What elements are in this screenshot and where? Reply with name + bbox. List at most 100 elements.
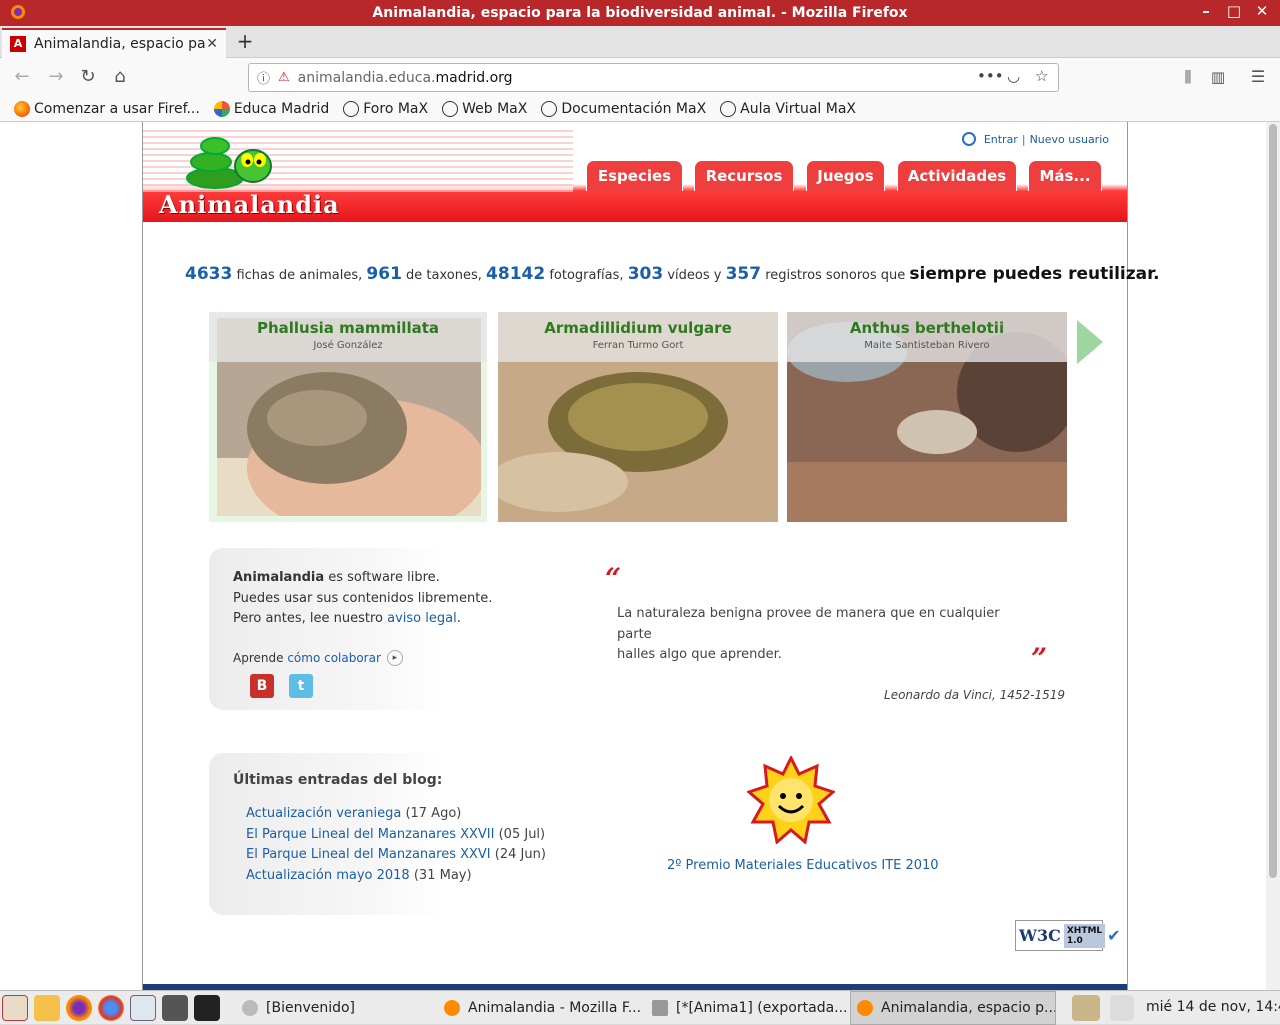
tab-animalandia[interactable]: A Animalandia, espacio pa ✕	[2, 28, 226, 58]
sidebar-icon[interactable]: ▥	[1206, 66, 1230, 88]
nav-juegos[interactable]: Juegos	[806, 160, 885, 191]
blog-entry-link[interactable]: El Parque Lineal del Manzanares XXVI	[246, 847, 491, 862]
close-window-button[interactable]: ✕	[1252, 2, 1272, 20]
stats-line: 4633 fichas de animales, 961 de taxones,…	[185, 264, 1160, 284]
forward-icon[interactable]: →	[44, 66, 68, 88]
taskbar-item-firefox-active[interactable]: Animalandia, espacio p...	[850, 991, 1056, 1025]
new-tab-button[interactable]: +	[232, 29, 258, 53]
next-species-arrow-icon[interactable]	[1077, 320, 1103, 364]
nav-actividades[interactable]: Actividades	[897, 160, 1017, 191]
bookmarks-toolbar: Comenzar a usar Firef... Educa Madrid Fo…	[0, 96, 1280, 122]
tab-title: Animalandia, espacio pa	[34, 36, 206, 52]
bookmark-star-icon[interactable]: ☆	[1035, 67, 1048, 85]
blogger-icon[interactable]: B	[250, 674, 274, 698]
taskbar: [Bienvenido] Animalandia - Mozilla F... …	[0, 990, 1280, 1025]
clock[interactable]: mié 14 de nov, 14:45	[1146, 999, 1280, 1015]
educamadrid-icon	[213, 100, 230, 117]
arrow-right-icon[interactable]: ▸	[386, 650, 403, 666]
firefox-icon	[444, 1000, 460, 1016]
blog-list: Actualización veraniega (17 Ago) El Parq…	[246, 804, 546, 886]
screenshot-icon[interactable]	[162, 995, 188, 1021]
bookmark-documentacion-max[interactable]: Documentación MaX	[541, 100, 706, 117]
globe-icon	[343, 100, 360, 117]
bookmark-aula-virtual-max[interactable]: Aula Virtual MaX	[720, 100, 856, 117]
window-titlebar: Animalandia, espacio para la biodiversid…	[0, 0, 1280, 26]
quote-author: Leonardo da Vinci, 1452-1519	[884, 688, 1065, 702]
page-actions-icon[interactable]: •••	[977, 67, 1004, 85]
species-card-armadillidium[interactable]: Armadillidium vulgare Ferran Turmo Gort	[498, 312, 778, 522]
site-header: Animalandia Entrar | Nuevo usuario Espec…	[143, 122, 1127, 222]
collaborate-link[interactable]: cómo colaborar	[287, 651, 381, 665]
chromium-icon[interactable]	[98, 995, 124, 1021]
bookmark-educamadrid[interactable]: Educa Madrid	[213, 100, 329, 117]
vertical-scrollbar[interactable]	[1266, 122, 1280, 990]
firefox-icon	[857, 1000, 873, 1016]
sun-award-icon[interactable]	[747, 756, 835, 844]
notes-icon[interactable]	[130, 995, 156, 1021]
info-icon[interactable]: ⓘ	[257, 68, 270, 87]
quote-text: La naturaleza benigna provee de manera q…	[617, 606, 1000, 662]
list-item: Actualización mayo 2018 (31 May)	[246, 867, 472, 883]
snake-logo-icon[interactable]	[185, 132, 273, 192]
new-user-link[interactable]: Nuevo usuario	[1030, 133, 1109, 146]
blog-entry-link[interactable]: Actualización mayo 2018	[246, 868, 410, 883]
animalandia-favicon: A	[10, 36, 26, 52]
blog-heading: Últimas entradas del blog:	[233, 772, 443, 788]
list-item: Actualización veraniega (17 Ago)	[246, 806, 462, 821]
maximize-button[interactable]: □	[1224, 2, 1244, 20]
species-name: Phallusia mammillata	[256, 319, 440, 337]
firefox-icon	[11, 5, 25, 19]
animalandia-page: Animalandia Entrar | Nuevo usuario Espec…	[142, 122, 1160, 990]
document-icon	[652, 1000, 668, 1016]
firefox-icon[interactable]	[66, 995, 92, 1021]
terminal-icon[interactable]	[194, 995, 220, 1021]
nav-mas[interactable]: Más...	[1028, 160, 1102, 191]
url-prefix: animalandia.educa.	[297, 69, 436, 86]
menu-icon[interactable]: ☰	[1246, 66, 1270, 88]
taskbar-item-firefox-1[interactable]: Animalandia - Mozilla F...	[438, 991, 644, 1025]
nav-especies[interactable]: Especies	[586, 160, 683, 191]
species-card-anthus[interactable]: Anthus berthelotii Maite Santisteban Riv…	[787, 312, 1067, 522]
minimize-button[interactable]: –	[1196, 2, 1216, 20]
bookmark-foro-max[interactable]: Foro MaX	[343, 100, 428, 117]
award-link[interactable]: 2º Premio Materiales Educativos ITE 2010	[667, 858, 939, 873]
blog-entry-link[interactable]: Actualización veraniega	[246, 806, 401, 821]
web-content: Animalandia Entrar | Nuevo usuario Espec…	[0, 122, 1280, 990]
app-menu-icon[interactable]	[2, 995, 28, 1021]
site-logo-text[interactable]: Animalandia	[159, 190, 340, 219]
list-item: El Parque Lineal del Manzanares XXVI (24…	[246, 847, 546, 862]
login-link[interactable]: Entrar	[984, 133, 1018, 146]
navigation-toolbar: ← → ↻ ⌂ ⓘ ⚠ animalandia.educa. madrid.org…	[0, 58, 1280, 96]
bookmark-web-max[interactable]: Web MaX	[442, 100, 527, 117]
twitter-icon[interactable]: t	[289, 674, 313, 698]
back-icon[interactable]: ←	[10, 66, 34, 88]
collaborate-line: Aprende cómo colaborar ▸	[233, 650, 403, 666]
library-icon[interactable]: ⫼	[1176, 66, 1200, 88]
url-bar[interactable]: ⓘ ⚠ animalandia.educa. madrid.org ••• ◡ ☆	[248, 63, 1059, 92]
network-icon[interactable]	[1072, 995, 1100, 1021]
firefox-icon	[14, 100, 30, 117]
taskbar-item-anima1[interactable]: [*[Anima1] (exportada...	[646, 991, 850, 1025]
reload-icon[interactable]: ↻	[76, 66, 100, 88]
close-tab-icon[interactable]: ✕	[206, 36, 218, 52]
scrollbar-thumb[interactable]	[1269, 124, 1277, 878]
tab-strip: A Animalandia, espacio pa ✕ +	[0, 26, 1280, 58]
legal-notice-link[interactable]: aviso legal	[387, 611, 457, 626]
login-links: Entrar | Nuevo usuario	[961, 132, 1109, 146]
globe-icon	[541, 100, 558, 117]
photo-author: José González	[313, 340, 383, 351]
w3c-xhtml-badge[interactable]: W3C XHTML 1.0 ✔	[1015, 920, 1121, 951]
gear-icon	[242, 1000, 258, 1016]
volume-icon[interactable]	[1110, 995, 1134, 1021]
taskbar-item-bienvenido[interactable]: [Bienvenido]	[236, 991, 436, 1025]
login-icon	[961, 132, 976, 146]
text-editor-icon[interactable]	[34, 995, 60, 1021]
nav-recursos[interactable]: Recursos	[694, 160, 794, 191]
bookmark-firefox[interactable]: Comenzar a usar Firef...	[14, 100, 200, 117]
pocket-icon[interactable]: ◡	[1007, 67, 1020, 85]
species-card-phallusia[interactable]: Phallusia mammillata José González	[209, 312, 487, 522]
insecure-lock-icon: ⚠	[278, 70, 290, 85]
home-icon[interactable]: ⌂	[108, 66, 132, 88]
globe-icon	[720, 100, 737, 117]
blog-entry-link[interactable]: El Parque Lineal del Manzanares XXVII	[246, 827, 494, 842]
